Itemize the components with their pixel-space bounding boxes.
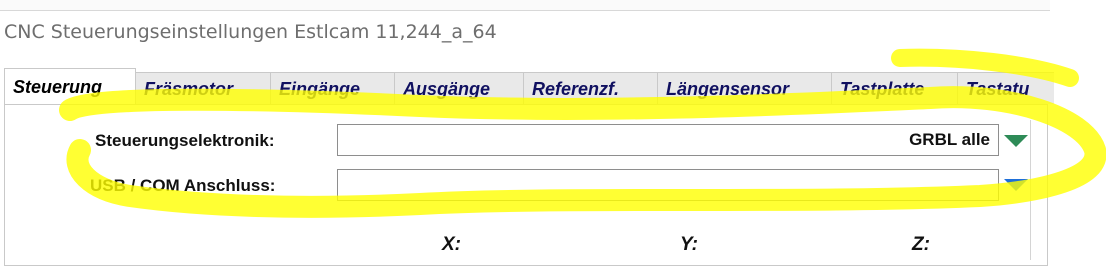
axis-y-label: Y: [680, 234, 698, 255]
axis-x-label: X: [442, 234, 461, 255]
tab-tastatur[interactable]: Tastatu [957, 72, 1054, 104]
tab-fraesmotor[interactable]: Fräsmotor [135, 72, 271, 104]
controller-dropdown-arrow-icon[interactable] [1004, 135, 1028, 147]
tab-laengensensor[interactable]: Längensensor [657, 72, 832, 104]
tab-referenzfahrt[interactable]: Referenzf. [523, 72, 658, 104]
window-title: CNC Steuerungseinstellungen Estlcam 11,2… [4, 21, 497, 43]
controller-select[interactable]: GRBL alle [337, 124, 999, 156]
tab-eingaenge[interactable]: Eingänge [270, 72, 395, 104]
controller-label: Steuerungselektronik: [95, 131, 275, 150]
tab-steuerung[interactable]: Steuerung [4, 68, 136, 104]
controller-value: GRBL alle [909, 130, 990, 149]
axis-z-label: Z: [912, 234, 930, 255]
window-top-edge [0, 0, 1050, 11]
port-dropdown-arrow-icon[interactable] [1004, 179, 1028, 191]
tab-bar: Steuerung Fräsmotor Eingänge Ausgänge Re… [4, 68, 1054, 104]
tab-ausgaenge[interactable]: Ausgänge [394, 72, 524, 104]
port-label: USB / COM Anschluss: [90, 176, 276, 195]
port-select[interactable] [337, 169, 999, 201]
tab-tastplatte[interactable]: Tastplatte [831, 72, 958, 104]
panel-divider [1030, 120, 1031, 260]
